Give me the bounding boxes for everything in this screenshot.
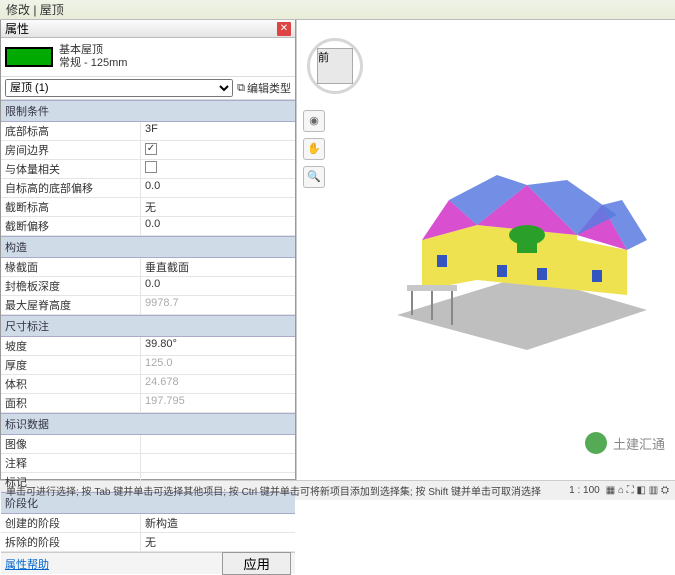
close-icon[interactable]: ✕ [277,22,291,36]
prop-value[interactable]: 39.80° [141,337,295,355]
prop-value[interactable]: 3F [141,122,295,140]
prop-key: 房间边界 [1,141,141,159]
prop-key: 拆除的阶段 [1,533,141,551]
model-3d-house [377,140,667,360]
prop-key: 坡度 [1,337,141,355]
section-constraints[interactable]: 限制条件 [1,100,295,122]
viewcube[interactable]: 前 [307,38,363,94]
nav-pan-icon[interactable]: ✋ [303,138,325,160]
section-construction[interactable]: 构造 [1,236,295,258]
apply-button[interactable]: 应用 [222,552,291,575]
prop-value: 9978.7 [141,296,295,314]
prop-value-checkbox[interactable] [141,160,295,178]
section-dimensions[interactable]: 尺寸标注 [1,315,295,337]
prop-value-checkbox[interactable]: ✓ [141,141,295,159]
prop-value[interactable]: 无 [141,533,295,551]
tab-title: 修改 | 屋顶 [6,1,64,18]
type-sub: 常规 - 125mm [59,57,127,70]
prop-key: 厚度 [1,356,141,374]
watermark: 土建汇通 [585,432,665,454]
status-scale[interactable]: 1 : 100 [569,485,600,496]
prop-value[interactable]: 0.0 [141,179,295,197]
watermark-icon [585,432,607,454]
prop-key: 面积 [1,394,141,412]
panel-title: 属性 [5,20,29,37]
properties-help-link[interactable]: 属性帮助 [5,556,49,572]
prop-value: 24.678 [141,375,295,393]
type-swatch[interactable] [5,47,53,67]
prop-key: 体积 [1,375,141,393]
prop-key: 创建的阶段 [1,514,141,532]
viewport-3d[interactable]: 前 ◉ ✋ 🔍 [296,20,675,480]
prop-value[interactable]: 0.0 [141,277,295,295]
prop-key: 图像 [1,435,141,453]
status-bar: 单击可进行选择; 按 Tab 键并单击可选择其他项目; 按 Ctrl 键并单击可… [0,480,675,500]
status-hint: 单击可进行选择; 按 Tab 键并单击可选择其他项目; 按 Ctrl 键并单击可… [6,483,563,498]
properties-panel: 属性 ✕ 基本屋顶 常规 - 125mm 屋顶 (1) ⧉ 编辑类型 限制条件 … [0,20,296,480]
prop-value[interactable] [141,435,295,453]
edit-type-label: 编辑类型 [247,80,291,96]
prop-key: 注释 [1,454,141,472]
prop-key: 截断标高 [1,198,141,216]
prop-key: 与体量相关 [1,160,141,178]
section-identity[interactable]: 标识数据 [1,413,295,435]
status-icons[interactable]: ▦ ⌂ ⛶ ◧ ▥ ⛭ [606,485,669,496]
viewcube-face[interactable]: 前 [317,48,353,84]
prop-value[interactable]: 垂直截面 [141,258,295,276]
prop-key: 底部标高 [1,122,141,140]
prop-key: 椽截面 [1,258,141,276]
prop-value[interactable]: 0.0 [141,217,295,235]
prop-value[interactable]: 无 [141,198,295,216]
type-name: 基本屋顶 [59,44,127,57]
prop-value: 197.795 [141,394,295,412]
prop-key: 封檐板深度 [1,277,141,295]
prop-key: 截断偏移 [1,217,141,235]
prop-key: 自标高的底部偏移 [1,179,141,197]
edit-type-button[interactable]: ⧉ 编辑类型 [237,80,291,96]
nav-wheel-icon[interactable]: ◉ [303,110,325,132]
prop-value[interactable]: 新构造 [141,514,295,532]
edit-type-icon: ⧉ [237,82,245,95]
prop-key: 最大屋脊高度 [1,296,141,314]
prop-value: 125.0 [141,356,295,374]
watermark-text: 土建汇通 [613,434,665,453]
instance-selector[interactable]: 屋顶 (1) [5,79,233,97]
prop-value[interactable] [141,454,295,472]
nav-zoom-icon[interactable]: 🔍 [303,166,325,188]
